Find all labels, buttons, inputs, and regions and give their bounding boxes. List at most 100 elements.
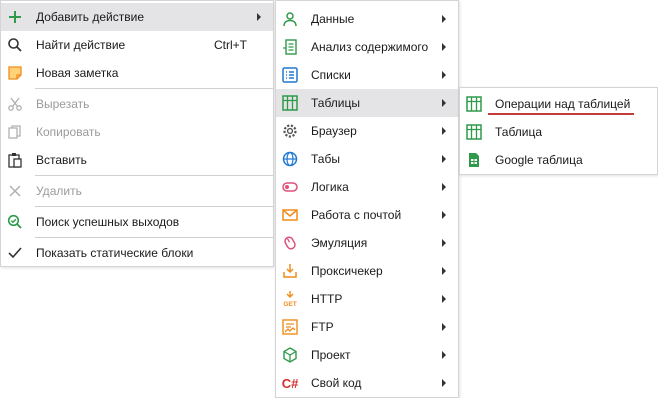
copy-icon bbox=[6, 123, 24, 141]
menu-item-label: Новая заметка bbox=[36, 66, 119, 80]
menu-item-label: Вставить bbox=[36, 153, 87, 167]
gear-icon bbox=[281, 122, 299, 140]
menu-item-label: Найти действие bbox=[36, 38, 126, 52]
submenu-arrow-icon bbox=[442, 15, 446, 23]
search-success-icon bbox=[6, 213, 24, 231]
menu-item-paste[interactable]: Вставить bbox=[1, 146, 273, 174]
submenu-arrow-icon bbox=[442, 71, 446, 79]
checkmark-icon bbox=[6, 244, 24, 262]
menu-item-label: Логика bbox=[311, 180, 349, 194]
submenu-arrow-icon bbox=[442, 43, 446, 51]
menu-item-label: Табы bbox=[311, 152, 340, 166]
submenu-arrow-icon bbox=[442, 323, 446, 331]
menu-item-add-action[interactable]: Добавить действие bbox=[1, 3, 273, 31]
plus-icon bbox=[6, 8, 24, 26]
menu-item-label: FTP bbox=[311, 320, 334, 334]
submenu-arrow-icon bbox=[442, 127, 446, 135]
clipboard-icon bbox=[6, 151, 24, 169]
csharp-icon: C# bbox=[281, 374, 299, 392]
menu-item-label: Поиск успешных выходов bbox=[36, 215, 180, 229]
http-get-icon: GET bbox=[281, 290, 299, 308]
menu-item-delete[interactable]: Удалить bbox=[1, 177, 273, 205]
submenu-item-content-analysis[interactable]: Анализ содержимого bbox=[276, 33, 458, 61]
menu-item-cut[interactable]: Вырезать bbox=[1, 90, 273, 118]
submenu-item-data[interactable]: Данные bbox=[276, 5, 458, 33]
table-icon bbox=[281, 94, 299, 112]
envelope-icon bbox=[281, 206, 299, 224]
menu-item-label: Показать статические блоки bbox=[36, 246, 194, 260]
ftp-icon bbox=[281, 318, 299, 336]
submenu-item-tabs[interactable]: Табы bbox=[276, 145, 458, 173]
menu-item-label: Удалить bbox=[36, 184, 82, 198]
table-icon bbox=[465, 123, 483, 141]
user-icon bbox=[281, 10, 299, 28]
menu-separator bbox=[35, 206, 273, 207]
menu-item-label: Google таблица bbox=[495, 153, 583, 167]
menu-item-label: Работа с почтой bbox=[311, 208, 402, 222]
menu-item-label: Вырезать bbox=[36, 97, 90, 111]
submenu-arrow-icon bbox=[442, 211, 446, 219]
cube-icon bbox=[281, 346, 299, 364]
submenu-item-lists[interactable]: Списки bbox=[276, 61, 458, 89]
menu-item-label: Добавить действие bbox=[36, 10, 144, 24]
submenu-item-tables[interactable]: Таблицы bbox=[276, 89, 458, 117]
submenu-item-google-table[interactable]: Google таблица bbox=[460, 146, 657, 174]
submenu-arrow-icon bbox=[442, 99, 446, 107]
submenu-item-email[interactable]: Работа с почтой bbox=[276, 201, 458, 229]
menu-item-show-static[interactable]: Показать статические блоки bbox=[1, 239, 273, 267]
menu-item-label: Таблица bbox=[495, 125, 543, 139]
submenu-item-http[interactable]: GET HTTP bbox=[276, 285, 458, 313]
submenu-item-proxy-checker[interactable]: Проксичекер bbox=[276, 257, 458, 285]
menu-item-new-note[interactable]: Новая заметка bbox=[1, 59, 273, 87]
menu-separator bbox=[35, 88, 273, 89]
svg-text:GET: GET bbox=[283, 301, 296, 308]
submenu-item-project[interactable]: Проект bbox=[276, 341, 458, 369]
submenu-item-custom-code[interactable]: C# Свой код bbox=[276, 369, 458, 397]
menu-item-label: Таблицы bbox=[311, 96, 361, 110]
menu-item-search-success[interactable]: Поиск успешных выходов bbox=[1, 208, 273, 236]
menu-item-label: Данные bbox=[311, 12, 355, 26]
submenu-arrow-icon bbox=[442, 155, 446, 163]
menu-item-label: Проксичекер bbox=[311, 264, 383, 278]
menu-separator bbox=[35, 237, 273, 238]
toggle-icon bbox=[281, 178, 299, 196]
submenu-arrow-icon bbox=[257, 13, 261, 21]
menu-item-label: Списки bbox=[311, 68, 351, 82]
close-icon bbox=[6, 182, 24, 200]
mouse-icon bbox=[281, 234, 299, 252]
menu-item-find-action[interactable]: Найти действие Ctrl+T bbox=[1, 31, 273, 59]
submenu-arrow-icon bbox=[442, 239, 446, 247]
submenu-arrow-icon bbox=[442, 379, 446, 387]
submenu-arrow-icon bbox=[442, 351, 446, 359]
menu-item-label: Анализ содержимого bbox=[311, 40, 429, 54]
context-menu: Добавить действие Найти действие Ctrl+T … bbox=[0, 0, 274, 267]
submenu-item-logic[interactable]: Логика bbox=[276, 173, 458, 201]
document-analysis-icon bbox=[281, 38, 299, 56]
note-icon bbox=[6, 64, 24, 82]
highlight-underline bbox=[488, 113, 634, 115]
menu-item-label: Проект bbox=[311, 348, 351, 362]
download-tray-icon bbox=[281, 262, 299, 280]
svg-text:C#: C# bbox=[282, 376, 299, 391]
list-icon bbox=[281, 66, 299, 84]
menu-item-label: Свой код bbox=[311, 376, 362, 390]
submenu-arrow-icon bbox=[442, 295, 446, 303]
submenu-item-ftp[interactable]: FTP bbox=[276, 313, 458, 341]
submenu-item-browser[interactable]: Браузер bbox=[276, 117, 458, 145]
menu-item-copy[interactable]: Копировать bbox=[1, 118, 273, 146]
submenu-arrow-icon bbox=[442, 183, 446, 191]
menu-item-label: HTTP bbox=[311, 292, 343, 306]
search-icon bbox=[6, 36, 24, 54]
menu-separator bbox=[35, 175, 273, 176]
submenu-item-table[interactable]: Таблица bbox=[460, 118, 657, 146]
submenu-arrow-icon bbox=[442, 267, 446, 275]
shortcut-label: Ctrl+T bbox=[214, 38, 247, 52]
menu-item-label: Браузер bbox=[311, 124, 357, 138]
menu-item-label: Копировать bbox=[36, 125, 101, 139]
globe-icon bbox=[281, 150, 299, 168]
google-sheets-icon bbox=[465, 151, 483, 169]
tables-submenu: Операции над таблицей Таблица Google таб… bbox=[459, 87, 658, 175]
actions-submenu: Данные Анализ содержимого Списки Таблицы… bbox=[275, 0, 459, 398]
submenu-item-emulation[interactable]: Эмуляция bbox=[276, 229, 458, 257]
scissors-icon bbox=[6, 95, 24, 113]
